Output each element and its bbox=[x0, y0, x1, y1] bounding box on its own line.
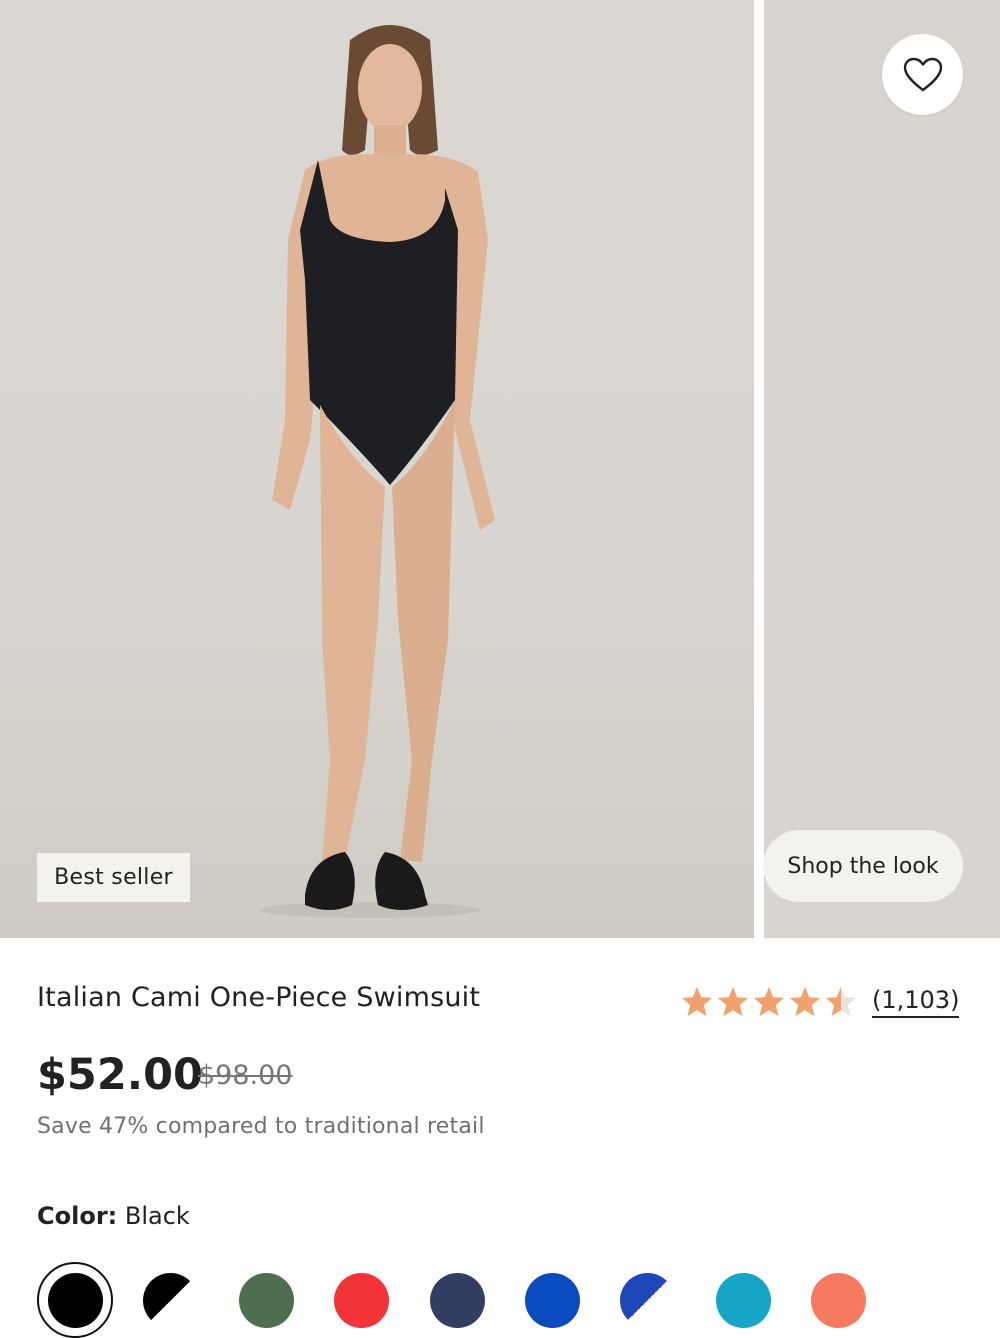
color-swatches bbox=[0, 1262, 1000, 1338]
product-photo-secondary[interactable] bbox=[764, 0, 1000, 938]
color-label: Color: Black bbox=[37, 1202, 190, 1230]
color-swatch-black-white[interactable] bbox=[143, 1273, 198, 1328]
star-icon bbox=[826, 987, 856, 1016]
color-label-key: Color: bbox=[37, 1202, 118, 1230]
color-swatch-red[interactable] bbox=[334, 1273, 389, 1328]
sale-price: $52.00 bbox=[37, 1050, 203, 1100]
model-illustration bbox=[260, 25, 495, 918]
color-swatch-cobalt[interactable] bbox=[525, 1273, 580, 1328]
product-gallery: Best seller Shop the look bbox=[0, 0, 1000, 938]
product-title: Italian Cami One-Piece Swimsuit bbox=[37, 982, 481, 1013]
color-swatch-green[interactable] bbox=[239, 1273, 294, 1328]
review-count-link[interactable]: (1,103) bbox=[872, 986, 960, 1018]
best-seller-badge: Best seller bbox=[37, 853, 190, 902]
original-price: $98.00 bbox=[198, 1060, 293, 1091]
savings-text: Save 47% compared to traditional retail bbox=[37, 1114, 485, 1139]
color-swatch-cobalt-white[interactable] bbox=[620, 1273, 675, 1328]
selected-color-name: Black bbox=[124, 1202, 190, 1230]
color-swatch-black[interactable] bbox=[48, 1273, 103, 1328]
star-icon bbox=[682, 987, 712, 1016]
color-swatch-coral[interactable] bbox=[811, 1273, 866, 1328]
favorite-button[interactable] bbox=[882, 34, 963, 115]
product-photo-main[interactable]: Best seller bbox=[0, 0, 754, 938]
color-swatch-teal[interactable] bbox=[716, 1273, 771, 1328]
shop-the-look-button[interactable]: Shop the look bbox=[763, 830, 963, 902]
color-swatch-navy[interactable] bbox=[430, 1273, 485, 1328]
product-rating[interactable]: (1,103) bbox=[680, 982, 960, 1022]
rating-stars bbox=[680, 985, 858, 1019]
heart-outline-icon bbox=[903, 57, 942, 91]
star-icon bbox=[718, 987, 748, 1016]
star-icon bbox=[754, 987, 784, 1016]
star-icon bbox=[790, 987, 820, 1016]
